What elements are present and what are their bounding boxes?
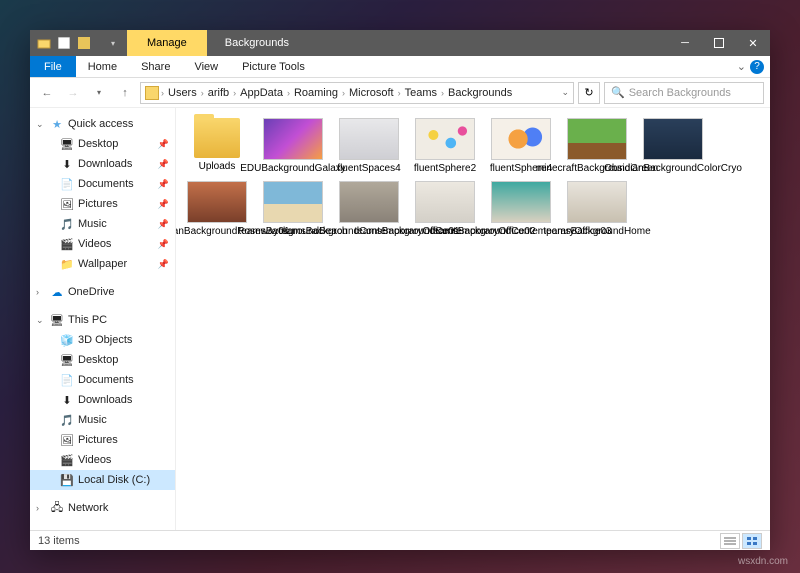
tree-item-documents[interactable]: 📄Documents📌 (30, 174, 175, 194)
ribbon: File Home Share View Picture Tools ⌄ ? (30, 56, 770, 78)
chevron-down-icon[interactable]: ⌄ (561, 87, 569, 98)
breadcrumb-item[interactable]: Microsoft (347, 87, 396, 99)
search-icon: 🔍 (611, 86, 625, 99)
ribbon-tab-view[interactable]: View (182, 56, 230, 77)
tree-item-videos[interactable]: 🎬Videos (30, 450, 175, 470)
nav-pane[interactable]: ⌄★Quick access 🖥Desktop📌⬇Downloads📌📄Docu… (30, 108, 176, 530)
recent-dropdown[interactable]: ▾ (88, 82, 110, 104)
qat-dropdown-icon[interactable]: ▾ (105, 35, 121, 51)
content-pane[interactable]: UploadsEDUBackgroundGalaxyfluentSpaces4f… (176, 108, 770, 530)
search-placeholder: Search Backgrounds (629, 87, 731, 99)
file-item[interactable]: teamsBackgroundHome (564, 181, 630, 238)
search-input[interactable]: 🔍 Search Backgrounds (604, 82, 764, 104)
tree-item-music[interactable]: 🎵Music📌 (30, 214, 175, 234)
file-name: Uploads (199, 161, 236, 173)
breadcrumb[interactable]: › Users› arifb› AppData› Roaming› Micros… (140, 82, 574, 104)
tree-item-pictures[interactable]: 🖼Pictures📌 (30, 194, 175, 214)
tree-network[interactable]: ›🖧Network (30, 498, 175, 518)
breadcrumb-item[interactable]: Teams (403, 87, 439, 99)
minimize-button[interactable]: ─ (668, 30, 702, 56)
folder-icon (36, 35, 52, 51)
pin-icon: 📌 (158, 139, 169, 150)
image-thumbnail (187, 181, 247, 223)
pin-icon: 📌 (158, 179, 169, 190)
ribbon-tab-home[interactable]: Home (76, 56, 129, 77)
contextual-tab-manage[interactable]: Manage (127, 30, 207, 56)
close-button[interactable]: ✕ (736, 30, 770, 56)
pin-icon: 📌 (158, 239, 169, 250)
tree-item-downloads[interactable]: ⬇Downloads (30, 390, 175, 410)
file-item[interactable]: fluentSphere2 (412, 118, 478, 175)
image-thumbnail (491, 181, 551, 223)
tree-item-pictures[interactable]: 🖼Pictures (30, 430, 175, 450)
tree-item-downloads[interactable]: ⬇Downloads📌 (30, 154, 175, 174)
pin-icon: 📌 (158, 219, 169, 230)
forward-button[interactable]: → (62, 82, 84, 104)
breadcrumb-item[interactable]: arifb (206, 87, 231, 99)
image-thumbnail (567, 181, 627, 223)
status-bar: 13 items (30, 530, 770, 550)
view-details-button[interactable] (720, 533, 740, 549)
image-thumbnail (415, 181, 475, 223)
file-item[interactable]: ObsidianBackgroundColorCryo (640, 118, 706, 175)
tree-item-3d-objects[interactable]: 🧊3D Objects (30, 330, 175, 350)
tree-item-documents[interactable]: 📄Documents (30, 370, 175, 390)
tree-item-wallpaper[interactable]: 📁Wallpaper📌 (30, 254, 175, 274)
qat-icon[interactable] (76, 35, 92, 51)
breadcrumb-item[interactable]: Roaming (292, 87, 340, 99)
image-thumbnail (415, 118, 475, 160)
file-name: EDUBackgroundGalaxy (240, 163, 346, 175)
view-thumbnails-button[interactable] (742, 533, 762, 549)
tree-item-local-disk-c-[interactable]: 💾Local Disk (C:) (30, 470, 175, 490)
image-thumbnail (567, 118, 627, 160)
refresh-button[interactable]: ↻ (578, 82, 600, 104)
image-thumbnail (339, 118, 399, 160)
pin-icon: 📌 (158, 199, 169, 210)
ribbon-expand-icon[interactable]: ⌄ (737, 60, 746, 73)
file-name: fluentSphere2 (414, 163, 476, 175)
window-title: Backgrounds (207, 30, 307, 56)
titlebar[interactable]: ▾ Manage Backgrounds ─ ✕ (30, 30, 770, 56)
folder-icon (145, 86, 159, 100)
help-icon[interactable]: ? (750, 60, 764, 74)
watermark: wsxdn.com (738, 556, 788, 567)
tree-item-desktop[interactable]: 🖥Desktop (30, 350, 175, 370)
tree-onedrive[interactable]: ›☁OneDrive (30, 282, 175, 302)
pin-icon: 📌 (158, 259, 169, 270)
file-name: teamsBackgroundHome (543, 226, 650, 238)
image-thumbnail (339, 181, 399, 223)
item-count: 13 items (38, 535, 80, 547)
address-bar: ← → ▾ ↑ › Users› arifb› AppData› Roaming… (30, 78, 770, 108)
file-item[interactable]: EDUBackgroundGalaxy (260, 118, 326, 175)
tree-this-pc[interactable]: ⌄🖥This PC (30, 310, 175, 330)
file-name: ObsidianBackgroundColorCryo (604, 163, 742, 175)
tree-item-desktop[interactable]: 🖥Desktop📌 (30, 134, 175, 154)
tree-item-music[interactable]: 🎵Music (30, 410, 175, 430)
tree-quick-access[interactable]: ⌄★Quick access (30, 114, 175, 134)
pin-icon: 📌 (158, 159, 169, 170)
back-button[interactable]: ← (36, 82, 58, 104)
image-thumbnail (491, 118, 551, 160)
ribbon-tab-share[interactable]: Share (129, 56, 182, 77)
quick-access-toolbar: ▾ (30, 30, 127, 56)
file-menu[interactable]: File (30, 56, 76, 77)
properties-icon[interactable] (56, 35, 72, 51)
maximize-button[interactable] (702, 30, 736, 56)
image-thumbnail (643, 118, 703, 160)
explorer-window: ▾ Manage Backgrounds ─ ✕ File Home Share… (30, 30, 770, 550)
image-thumbnail (263, 181, 323, 223)
ribbon-tab-picture-tools[interactable]: Picture Tools (230, 56, 317, 77)
file-item[interactable]: fluentSpaces4 (336, 118, 402, 175)
file-name: fluentSpaces4 (337, 163, 400, 175)
tree-item-videos[interactable]: 🎬Videos📌 (30, 234, 175, 254)
breadcrumb-item[interactable]: Backgrounds (446, 87, 514, 99)
breadcrumb-item[interactable]: AppData (238, 87, 285, 99)
breadcrumb-item[interactable]: Users (166, 87, 199, 99)
image-thumbnail (263, 118, 323, 160)
up-button[interactable]: ↑ (114, 82, 136, 104)
folder-icon (194, 118, 240, 158)
